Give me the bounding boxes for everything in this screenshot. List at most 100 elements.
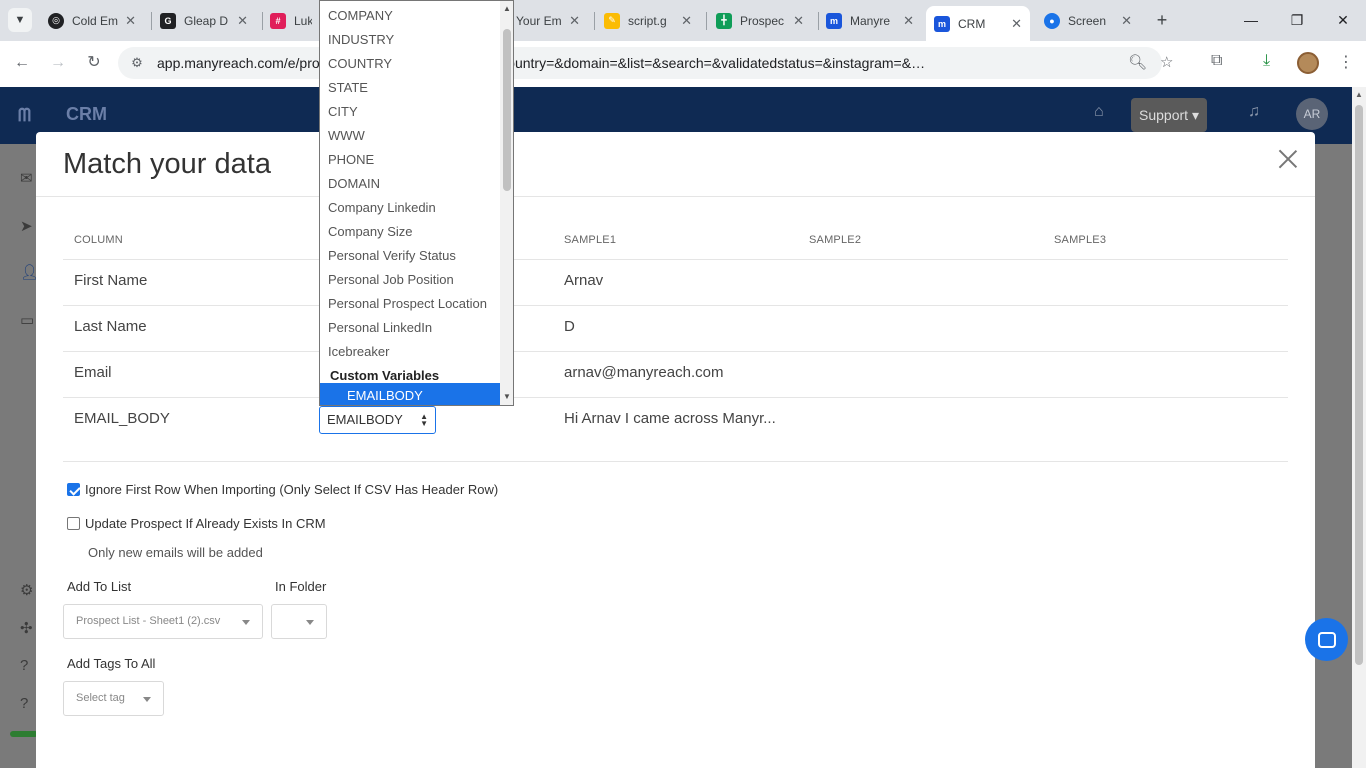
chevron-down-icon[interactable]: ▼ [8, 8, 32, 32]
browser-menu-icon[interactable]: ⋮ [1338, 52, 1354, 72]
chat-widget-button[interactable] [1305, 618, 1348, 661]
caret-down-icon [306, 620, 314, 625]
browser-tab-active[interactable]: m CRM ✕ [926, 6, 1030, 41]
divider [63, 351, 1288, 352]
dropdown-option[interactable]: Personal Job Position [320, 267, 500, 291]
field-mapping-select[interactable]: EMAILBODY ▲ ▼ [319, 406, 436, 434]
page-scrollbar[interactable]: ▲ [1352, 87, 1366, 768]
dropdown-option[interactable]: COMPANY [320, 3, 500, 27]
dropdown-option[interactable]: DOMAIN [320, 171, 500, 195]
manyreach-icon: m [826, 12, 842, 29]
dropdown-option[interactable]: Icebreaker [320, 339, 500, 363]
column-header: SAMPLE2 [809, 234, 862, 246]
in-folder-select[interactable] [271, 604, 327, 639]
chat-icon [1317, 631, 1336, 648]
divider [63, 397, 1288, 398]
add-to-list-select[interactable]: Prospect List - Sheet1 (2).csv [63, 604, 263, 639]
match-data-modal: Match your data COLUMN SAMPLE1 SAMPLE2 S… [36, 132, 1315, 768]
integrations-icon[interactable]: ✣ [20, 619, 33, 637]
ignore-first-row-checkbox[interactable]: Ignore First Row When Importing (Only Se… [67, 482, 498, 497]
add-to-list-label: Add To List [67, 579, 132, 594]
address-bar[interactable]: ⚙ app.manyreach.com/e/pro…mimage=&compan… [118, 47, 1173, 79]
openai-icon: ◎ [48, 12, 64, 29]
dropdown-option[interactable]: WWW [320, 123, 500, 147]
select-arrows-icon: ▲ ▼ [420, 412, 428, 428]
modal-title: Match your data [63, 148, 271, 180]
close-tab-icon[interactable]: ✕ [681, 13, 692, 29]
dropdown-option[interactable]: Company Linkedin [320, 195, 500, 219]
dropdown-option[interactable]: INDUSTRY [320, 27, 500, 51]
profile-avatar[interactable] [1297, 52, 1319, 74]
dropdown-option[interactable]: Personal Prospect Location [320, 291, 500, 315]
support-button[interactable]: Support ▾ [1131, 98, 1207, 132]
dropdown-scrollbar[interactable]: ▲ ▼ [500, 1, 513, 405]
forward-icon[interactable]: → [44, 49, 72, 77]
sheets-icon: ╋ [716, 12, 732, 29]
dropdown-option[interactable]: Personal Verify Status [320, 243, 500, 267]
minimize-icon[interactable]: — [1236, 8, 1266, 32]
app-name: CRM [66, 104, 107, 124]
table-cell-sample: Arnav [564, 272, 604, 289]
restore-icon[interactable]: ❐ [1282, 8, 1312, 32]
table-cell-column: Email [74, 364, 112, 381]
settings-icon[interactable]: ⚙ [20, 581, 33, 599]
dropdown-option[interactable]: Company Size [320, 219, 500, 243]
checkbox-checked-icon[interactable] [67, 483, 80, 496]
update-prospect-checkbox[interactable]: Update Prospect If Already Exists In CRM [67, 516, 326, 531]
tag-select[interactable]: Select tag [63, 681, 164, 716]
checkbox-icon[interactable] [67, 517, 80, 530]
table-cell-column: First Name [74, 272, 148, 289]
dropdown-option[interactable]: PHONE [320, 147, 500, 171]
dropdown-option[interactable]: STATE [320, 75, 500, 99]
dropdown-option[interactable]: COUNTRY [320, 51, 500, 75]
url-text: app.manyreach.com/e/pro…mimage=&companys… [157, 55, 926, 71]
column-header: SAMPLE1 [564, 234, 617, 246]
send-icon[interactable]: ➤ [20, 217, 33, 235]
browser-tab[interactable]: Your Em ✕ [508, 6, 588, 35]
browser-tab[interactable]: ╋ Prospec ✕ [708, 6, 812, 35]
screenshot-icon: ● [1044, 12, 1060, 29]
apps-script-icon: ✎ [604, 12, 620, 29]
reload-icon[interactable]: ↻ [80, 49, 108, 77]
close-icon[interactable] [1276, 146, 1300, 170]
manyreach-logo: ᗰ [18, 105, 31, 125]
browser-tab[interactable]: G Gleap D ✕ [152, 6, 256, 35]
browser-tab[interactable]: ◎ Cold Em ✕ [40, 6, 144, 35]
download-icon[interactable]: ⤓ [1263, 52, 1270, 70]
extensions-icon[interactable]: ⧉ [1211, 52, 1222, 70]
browser-tab[interactable]: # Luka [262, 6, 320, 35]
column-header: COLUMN [74, 234, 123, 246]
close-tab-icon[interactable]: ✕ [1121, 13, 1132, 29]
new-tab-button[interactable]: + [1150, 8, 1174, 32]
shop-icon[interactable]: ⌂ [1094, 103, 1104, 121]
back-icon[interactable]: ← [8, 49, 36, 77]
bell-icon[interactable]: ♫ [1248, 103, 1260, 121]
close-tab-icon[interactable]: ✕ [1011, 16, 1022, 32]
close-tab-icon[interactable]: ✕ [793, 13, 804, 29]
browser-tab[interactable]: m Manyre ✕ [818, 6, 922, 35]
table-cell-sample: D [564, 318, 575, 335]
in-folder-label: In Folder [275, 579, 327, 594]
table-cell-column: Last Name [74, 318, 147, 335]
caret-down-icon [242, 620, 250, 625]
inbox-icon[interactable]: ▭ [20, 311, 34, 329]
dropdown-option-selected[interactable]: EMAILBODY [320, 383, 500, 405]
site-settings-icon[interactable]: ⚙ [128, 54, 146, 72]
close-tab-icon[interactable]: ✕ [237, 13, 248, 29]
close-tab-icon[interactable]: ✕ [569, 13, 580, 29]
user-avatar[interactable]: AR [1296, 98, 1328, 130]
dropdown-option[interactable]: Personal LinkedIn [320, 315, 500, 339]
help-icon[interactable]: ? [20, 657, 28, 674]
close-window-icon[interactable]: ✕ [1328, 8, 1358, 32]
zoom-icon[interactable]: 🔍︎ [1128, 53, 1147, 71]
bookmark-star-icon[interactable]: ☆ [1160, 53, 1173, 71]
mail-icon[interactable]: ✉ [20, 169, 33, 187]
table-cell-sample: arnav@manyreach.com [564, 364, 724, 381]
close-tab-icon[interactable]: ✕ [903, 13, 914, 29]
browser-tab[interactable]: ● Screen ✕ [1036, 6, 1140, 35]
field-mapping-dropdown: COMPANY INDUSTRY COUNTRY STATE CITY WWW … [319, 0, 514, 406]
browser-tab[interactable]: ✎ script.g ✕ [596, 6, 700, 35]
close-tab-icon[interactable]: ✕ [125, 13, 136, 29]
dropdown-option[interactable]: CITY [320, 99, 500, 123]
info-icon[interactable]: ? [20, 695, 28, 712]
